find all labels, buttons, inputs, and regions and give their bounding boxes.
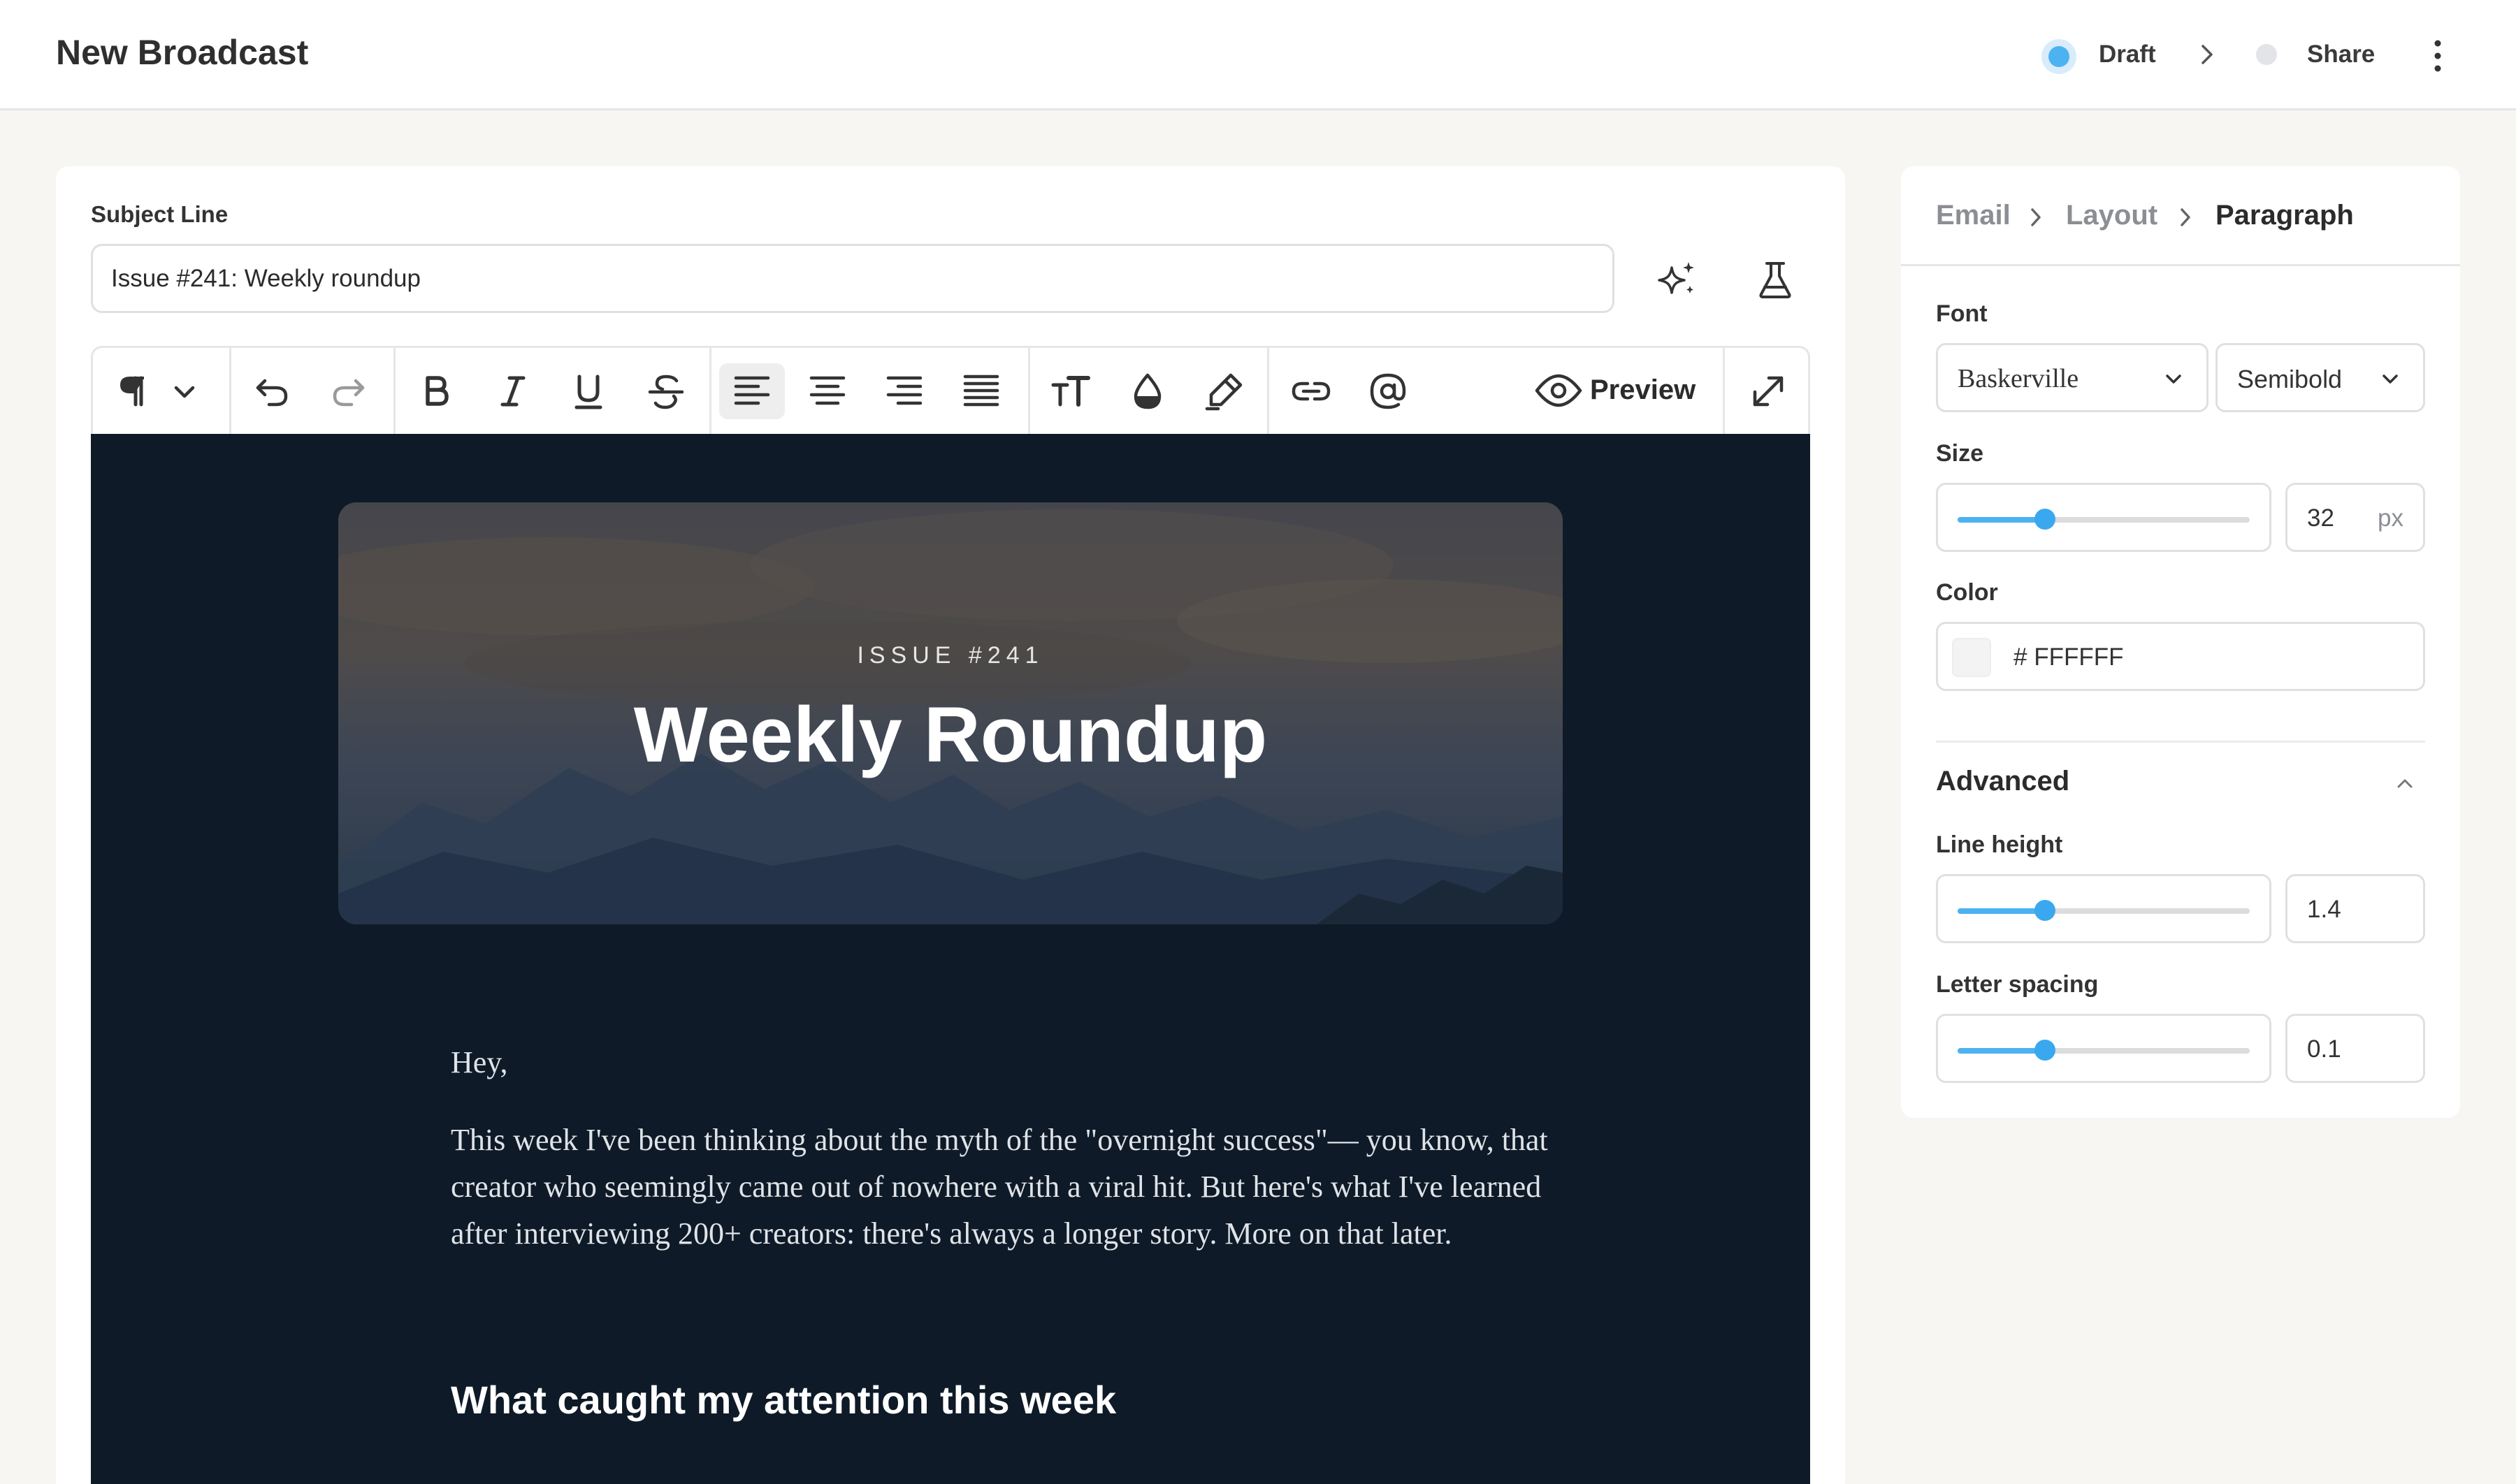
text-color-button[interactable] [1115, 363, 1180, 419]
letter-spacing-slider-track[interactable] [1958, 1040, 2250, 1061]
hero-title[interactable]: Weekly Roundup [338, 690, 1563, 780]
size-label: Size [1936, 440, 1984, 467]
preview-label: Preview [1590, 374, 1696, 405]
font-label: Font [1936, 300, 1988, 327]
justify-icon [963, 374, 999, 407]
chevron-right-icon [2181, 208, 2190, 226]
breadcrumb-email[interactable]: Email [1936, 200, 2011, 231]
text-size-icon [1051, 376, 1090, 407]
hero-kicker: ISSUE #241 [857, 642, 1044, 669]
email-paragraph[interactable]: This week I've been thinking about the m… [451, 1116, 1555, 1257]
email-subheading[interactable]: What caught my attention this week [451, 1377, 1116, 1423]
align-right-icon [886, 376, 923, 405]
expand-icon [1753, 376, 1784, 407]
link-icon [1292, 381, 1331, 401]
letter-spacing-label: Letter spacing [1936, 971, 2099, 998]
chevron-right-icon [2202, 45, 2213, 64]
paragraph-style-dropdown[interactable] [107, 363, 212, 419]
advanced-divider [1936, 741, 2425, 743]
hero-banner[interactable]: ISSUE #241 Weekly Roundup [338, 502, 1563, 924]
line-height-value: 1.4 [2307, 896, 2341, 923]
chevron-down-icon [2166, 374, 2181, 384]
line-height-slider-fill [1958, 908, 2046, 914]
top-bar: New Broadcast Draft Share [0, 0, 2516, 110]
subject-line-label: Subject Line [91, 201, 229, 227]
letter-spacing-slider[interactable] [1936, 1014, 2271, 1083]
chevron-down-icon [2383, 374, 2398, 384]
line-height-slider[interactable] [1936, 874, 2271, 943]
size-unit: px [2378, 504, 2403, 532]
chevron-right-icon [2031, 208, 2041, 226]
line-height-slider-track[interactable] [1958, 900, 2250, 921]
breadcrumb-paragraph: Paragraph [2215, 200, 2354, 231]
text-size-button[interactable] [1038, 363, 1104, 419]
italic-button[interactable] [480, 363, 546, 419]
line-height-slider-handle[interactable] [2034, 900, 2056, 921]
step-active-dot [2041, 39, 2076, 74]
justify-button[interactable] [948, 363, 1014, 419]
bold-button[interactable] [403, 363, 468, 419]
strikethrough-button[interactable] [633, 363, 699, 419]
font-weight-select[interactable]: Semibold [2215, 343, 2425, 412]
at-sign-icon [1370, 373, 1406, 409]
insert-link-button[interactable] [1278, 363, 1344, 419]
paragraph-icon [120, 376, 195, 407]
mention-button[interactable] [1355, 363, 1421, 419]
align-right-button[interactable] [872, 363, 937, 419]
color-drop-icon [1134, 373, 1162, 409]
font-family-select[interactable]: Baskerville [1936, 343, 2208, 412]
step-share[interactable]: Share [2307, 41, 2375, 68]
size-slider-track[interactable] [1958, 509, 2250, 530]
align-center-icon [809, 376, 846, 405]
redo-icon [333, 379, 365, 407]
redo-button[interactable] [315, 363, 381, 419]
bold-icon [426, 376, 449, 406]
breadcrumb-layout[interactable]: Layout [2066, 200, 2157, 231]
align-center-button[interactable] [795, 363, 860, 419]
highlight-button[interactable] [1192, 363, 1257, 419]
size-slider-fill [1958, 517, 2046, 523]
email-canvas[interactable]: ISSUE #241 Weekly Roundup Hey, This week… [91, 434, 1810, 1484]
step-pending-dot [2256, 44, 2277, 65]
color-swatch[interactable] [1952, 638, 1991, 677]
size-slider[interactable] [1936, 483, 2271, 552]
line-height-input[interactable]: 1.4 [2285, 874, 2425, 943]
flask-icon[interactable] [1754, 258, 1796, 301]
letter-spacing-slider-handle[interactable] [2034, 1040, 2056, 1061]
color-input[interactable]: # FFFFFF [1936, 622, 2425, 691]
undo-button[interactable] [240, 363, 305, 419]
align-left-button[interactable] [719, 363, 785, 419]
color-label: Color [1936, 579, 1998, 606]
font-weight-value: Semibold [2237, 365, 2343, 393]
advanced-section-title[interactable]: Advanced [1936, 766, 2069, 797]
undo-icon [256, 379, 288, 407]
size-input[interactable]: 32 px [2285, 483, 2425, 552]
strikethrough-icon [648, 374, 684, 409]
size-value: 32 [2307, 504, 2334, 532]
eye-icon [1535, 374, 1582, 407]
chevron-up-icon[interactable] [2393, 771, 2417, 795]
color-hex-value: # FFFFFF [2013, 643, 2124, 671]
italic-icon [500, 376, 526, 407]
formatting-toolbar: Preview [91, 346, 1810, 434]
underline-icon [574, 374, 602, 409]
line-height-label: Line height [1936, 831, 2063, 858]
size-slider-handle[interactable] [2034, 509, 2056, 530]
panel-divider [1901, 264, 2460, 266]
step-draft[interactable]: Draft [2099, 41, 2156, 68]
letter-spacing-input[interactable]: 0.1 [2285, 1014, 2425, 1083]
font-family-value: Baskerville [1958, 364, 2079, 393]
letter-spacing-slider-fill [1958, 1048, 2046, 1054]
page-title: New Broadcast [56, 33, 309, 72]
align-left-icon [734, 376, 770, 405]
subject-line-input[interactable] [91, 244, 1614, 313]
underline-button[interactable] [556, 363, 621, 419]
letter-spacing-value: 0.1 [2307, 1035, 2341, 1063]
fullscreen-button[interactable] [1735, 363, 1801, 419]
highlighter-icon [1205, 373, 1243, 411]
email-greeting[interactable]: Hey, [451, 1039, 1555, 1086]
ai-sparkle-icon[interactable] [1655, 258, 1701, 301]
more-options-icon[interactable] [2425, 36, 2450, 75]
